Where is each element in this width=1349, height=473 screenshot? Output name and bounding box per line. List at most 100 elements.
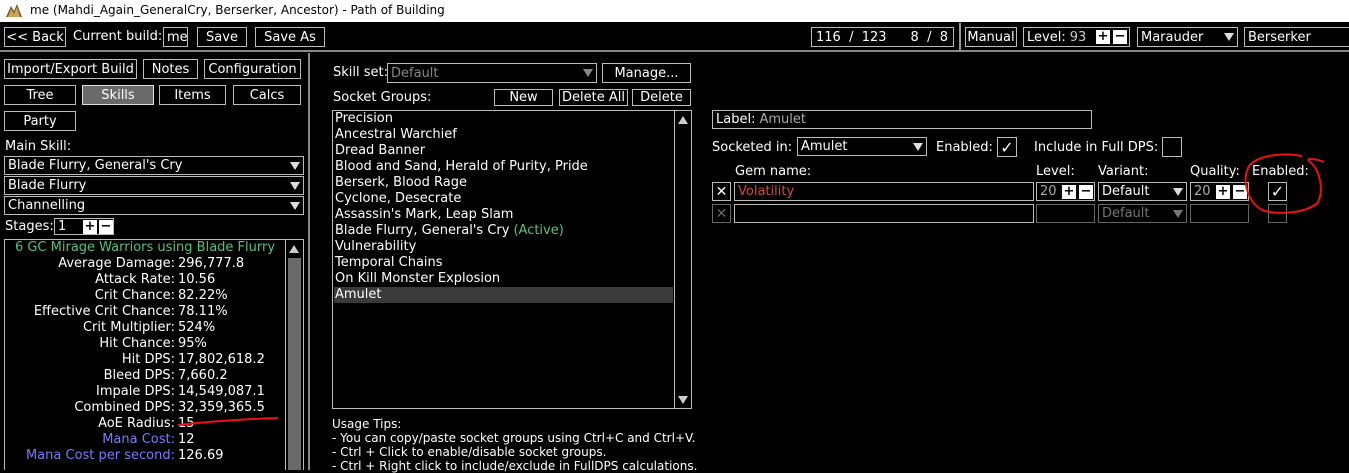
- active-skill-dropdown[interactable]: Blade Flurry: [4, 176, 304, 195]
- include-full-dps-label: Include in Full DPS:: [1034, 140, 1159, 155]
- usage-tips: Usage Tips: - You can copy/paste socket …: [332, 417, 697, 473]
- remove-gem-button[interactable]: ✕: [712, 182, 731, 201]
- socket-group-item[interactable]: Precision: [334, 111, 673, 127]
- stat-row: Crit Multiplier: 524%: [0, 320, 300, 336]
- gem-name-value: Volatility: [738, 184, 795, 199]
- level-header: Level:: [1036, 164, 1075, 179]
- group-enabled-checkbox[interactable]: ✓: [997, 137, 1017, 157]
- stat-row: Hit DPS: 17,802,618.2: [0, 352, 300, 368]
- ascendancy-points-text: 8 / 8: [910, 29, 948, 45]
- gem-level-decrement-button[interactable]: −: [1079, 185, 1093, 199]
- main-skill-dropdown[interactable]: Blade Flurry, General's Cry: [4, 156, 304, 175]
- gem-variant-dropdown[interactable]: Default: [1098, 182, 1187, 201]
- delete-group-button[interactable]: Delete: [632, 89, 691, 106]
- back-button[interactable]: << Back: [4, 27, 66, 47]
- skills-tab[interactable]: Skills: [82, 85, 154, 105]
- socket-group-item[interactable]: Assassin's Mark, Leap Slam: [334, 207, 673, 223]
- chevron-down-icon: [290, 161, 300, 170]
- items-tab[interactable]: Items: [159, 85, 226, 105]
- socket-group-item[interactable]: Amulet: [334, 287, 673, 303]
- stat-label: Attack Rate:: [95, 272, 175, 287]
- new-group-button[interactable]: New: [494, 89, 553, 106]
- socket-group-name: Assassin's Mark, Leap Slam: [335, 207, 514, 222]
- class-dropdown[interactable]: Marauder: [1137, 27, 1238, 47]
- stat-label: Mana Cost per second:: [25, 448, 175, 463]
- socket-group-item[interactable]: Berserk, Blood Rage: [334, 175, 673, 191]
- socketed-in-dropdown[interactable]: Amulet: [797, 137, 927, 156]
- gem-level-increment-button[interactable]: +: [1062, 185, 1076, 199]
- stat-value: 10.56: [178, 272, 216, 287]
- save-as-button[interactable]: Save As: [255, 27, 325, 47]
- calcs-tab[interactable]: Calcs: [233, 85, 301, 105]
- delete-all-button[interactable]: Delete All: [559, 89, 628, 106]
- level-increment-button[interactable]: +: [1096, 30, 1110, 44]
- level-decrement-button[interactable]: −: [1113, 30, 1127, 44]
- active-skill-marker: (Active): [513, 223, 564, 238]
- app-logo-icon: [6, 4, 22, 17]
- chevron-down-icon: [1224, 33, 1234, 41]
- stat-label: Combined DPS:: [74, 400, 175, 415]
- socket-groups-scrollbar[interactable]: [674, 111, 691, 408]
- import-export-tab[interactable]: Import/Export Build: [4, 59, 137, 79]
- stat-row: Impale DPS: 14,549,087.1: [0, 384, 300, 400]
- stat-label: Effective Crit Chance:: [33, 304, 175, 319]
- scroll-up-icon[interactable]: [678, 116, 688, 124]
- label-input[interactable]: Label: Amulet: [712, 110, 1092, 129]
- stat-row: Attack Rate: 10.56: [0, 272, 300, 288]
- socket-group-name: Berserk, Blood Rage: [335, 175, 467, 190]
- manage-button[interactable]: Manage...: [602, 63, 691, 83]
- socket-group-item[interactable]: Blood and Sand, Herald of Purity, Pride: [334, 159, 673, 175]
- tree-tab[interactable]: Tree: [4, 85, 76, 105]
- build-name-input[interactable]: me: [163, 27, 188, 47]
- ascendancy-dropdown[interactable]: Berserker: [1244, 27, 1349, 47]
- gem-name-input[interactable]: [734, 204, 1034, 223]
- skill-set-label: Skill set:: [333, 65, 388, 80]
- chevron-down-icon: [290, 181, 300, 190]
- stages-decrement-button[interactable]: −: [99, 220, 113, 234]
- manual-button[interactable]: Manual: [965, 27, 1017, 47]
- chevron-down-icon: [290, 201, 300, 210]
- include-full-dps-checkbox[interactable]: [1162, 137, 1182, 157]
- stat-label: Hit Chance:: [99, 336, 175, 351]
- gem-quality-increment-button[interactable]: +: [1216, 185, 1230, 199]
- socket-group-item[interactable]: On Kill Monster Explosion: [334, 271, 673, 287]
- stat-label: Mana Cost:: [102, 432, 175, 447]
- stat-label: Impale DPS:: [96, 384, 175, 399]
- socket-group-item[interactable]: Temporal Chains: [334, 255, 673, 271]
- stat-value: 12: [178, 432, 195, 447]
- socket-group-item[interactable]: Ancestral Warchief: [334, 127, 673, 143]
- skill-set-dropdown[interactable]: Default: [387, 63, 597, 83]
- stat-label: AoE Radius:: [98, 416, 175, 431]
- socket-group-item[interactable]: Vulnerability: [334, 239, 673, 255]
- enabled-label: Enabled:: [936, 140, 993, 155]
- socket-group-name: Vulnerability: [335, 239, 417, 254]
- skill-part-dropdown[interactable]: Channelling: [4, 196, 304, 215]
- scroll-down-icon[interactable]: [678, 396, 688, 404]
- stat-value: 82.22%: [178, 288, 228, 303]
- chevron-down-icon: [583, 69, 593, 77]
- save-button[interactable]: Save: [197, 27, 247, 47]
- level-label: Level:: [1027, 29, 1066, 45]
- notes-tab[interactable]: Notes: [143, 59, 198, 79]
- configuration-tab[interactable]: Configuration: [204, 59, 301, 79]
- label-field-value: Amulet: [759, 112, 806, 127]
- gem-name-header: Gem name:: [735, 164, 812, 179]
- socketed-in-value: Amulet: [801, 139, 848, 154]
- socket-group-item[interactable]: Dread Banner: [334, 143, 673, 159]
- socket-group-item[interactable]: Cyclone, Desecrate: [334, 191, 673, 207]
- party-tab[interactable]: Party: [4, 111, 76, 131]
- quality-header: Quality:: [1190, 164, 1240, 179]
- main-skill-label: Main Skill:: [5, 139, 72, 154]
- skill-part-value: Channelling: [8, 198, 86, 213]
- label-field-label: Label:: [716, 112, 756, 127]
- stages-increment-button[interactable]: +: [83, 220, 97, 234]
- chevron-down-icon: [1173, 187, 1183, 196]
- usage-tip: - Ctrl + Right click to include/exclude …: [332, 459, 698, 473]
- socket-group-item[interactable]: Blade Flurry, General's Cry (Active): [334, 223, 673, 239]
- scroll-up-icon[interactable]: [289, 245, 299, 253]
- socket-group-name: Precision: [335, 111, 394, 126]
- toolbar-divider: [959, 23, 961, 51]
- current-build-label: Current build:: [73, 29, 163, 44]
- gem-name-input[interactable]: Volatility: [734, 182, 1034, 201]
- socket-group-name: Cyclone, Desecrate: [335, 191, 462, 206]
